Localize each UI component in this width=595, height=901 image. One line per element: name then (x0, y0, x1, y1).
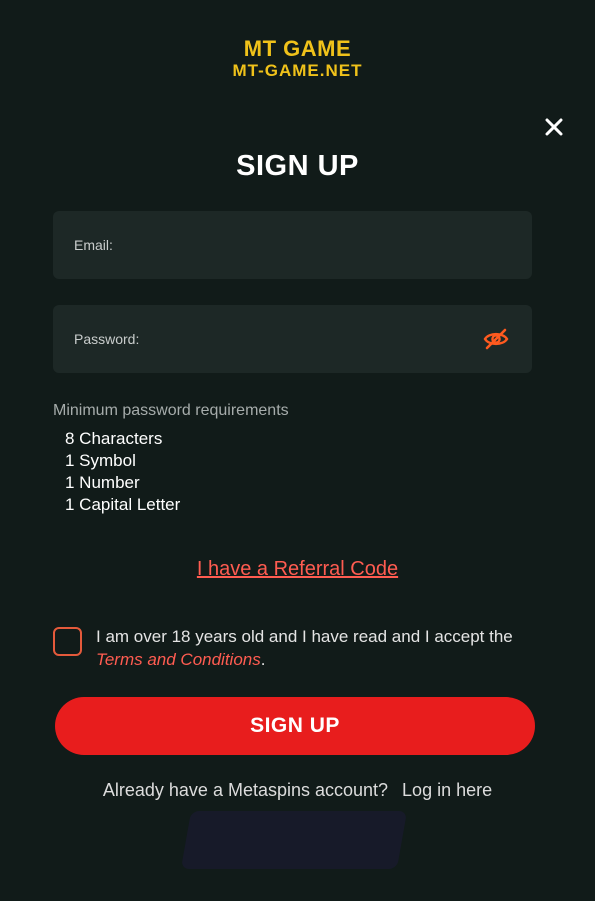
login-prompt: Already have a Metaspins account? Log in … (0, 780, 595, 801)
logo-line-1: MT GAME (243, 36, 352, 61)
page-title: SIGN UP (236, 150, 359, 182)
requirement-item: 1 Symbol (65, 451, 136, 470)
password-visibility-toggle[interactable] (482, 325, 510, 353)
terms-text-before: I am over 18 years old and I have read a… (96, 627, 513, 646)
requirement-item: 8 Characters (65, 429, 163, 448)
email-input[interactable] (53, 211, 532, 279)
referral-section: I have a Referral Code (0, 558, 595, 581)
password-field[interactable]: Password: (53, 305, 532, 373)
terms-text: I am over 18 years old and I have read a… (96, 625, 541, 671)
decorative-shape (180, 811, 408, 869)
referral-code-link[interactable]: I have a Referral Code (197, 558, 398, 580)
terms-text-after: . (260, 650, 266, 669)
password-requirements-list: 8 Characters 1 Symbol 1 Number 1 Capital… (65, 428, 180, 516)
eye-slash-icon (483, 328, 509, 350)
requirement-item: 1 Number (65, 473, 140, 492)
close-icon (545, 118, 563, 136)
login-link[interactable]: Log in here (402, 780, 492, 800)
email-field[interactable]: Email: (53, 211, 532, 279)
close-button[interactable] (541, 114, 567, 140)
login-prompt-text: Already have a Metaspins account? (102, 780, 389, 800)
requirement-item: 1 Capital Letter (65, 495, 181, 514)
sign-up-button[interactable]: SIGN UP (55, 697, 535, 755)
terms-link[interactable]: Terms and Conditions (96, 650, 261, 669)
terms-checkbox[interactable] (53, 627, 82, 656)
password-input[interactable] (53, 305, 532, 373)
brand-logo: MT GAME MT-GAME.NET (0, 36, 595, 80)
password-requirements-title: Minimum password requirements (53, 402, 289, 419)
logo-line-2: MT-GAME.NET (232, 61, 363, 80)
